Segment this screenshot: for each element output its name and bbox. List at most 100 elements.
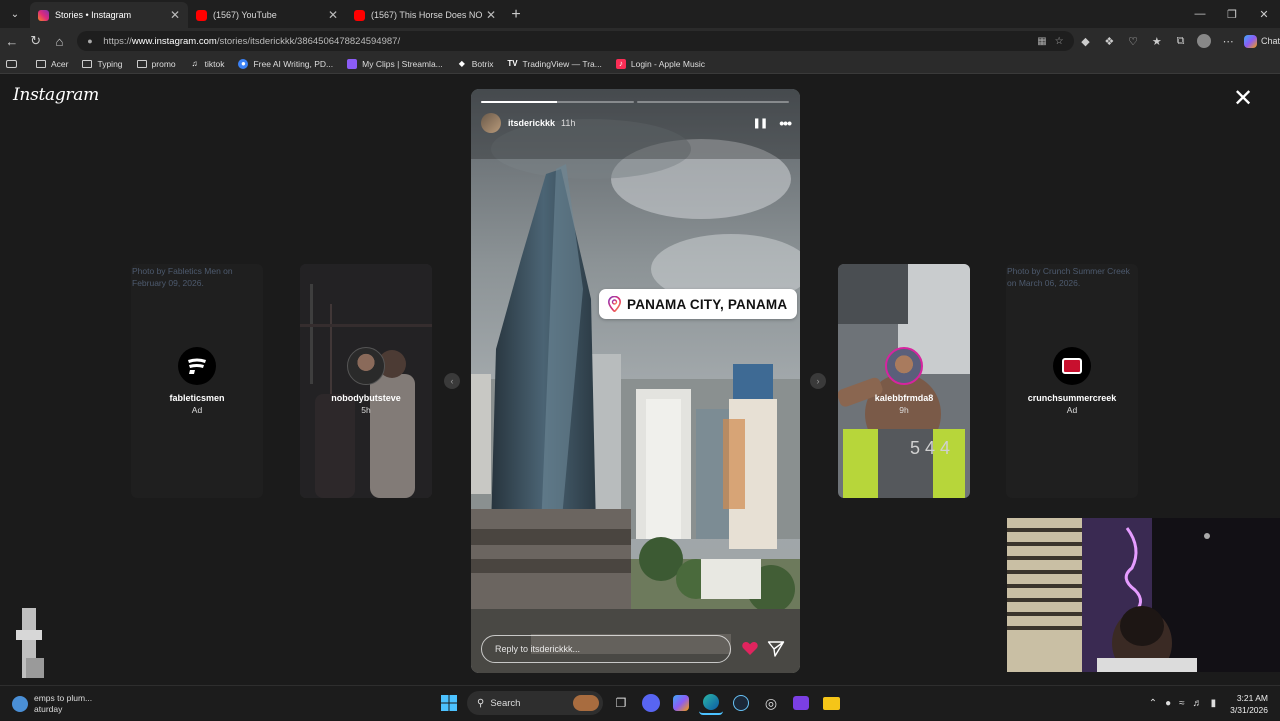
location-sticker[interactable]: PANAMA CITY, PANAMA [599,289,798,319]
copilot-icon [1244,34,1257,48]
avatar [1053,347,1091,385]
reply-input[interactable]: Reply to itsderickkk... [481,635,731,663]
windows-start-icon[interactable] [437,691,461,715]
collections-icon[interactable]: ⧉ [1169,30,1193,52]
avatar[interactable] [481,113,501,133]
bookmark-label: promo [151,58,176,69]
minimize-icon[interactable]: — [1184,0,1216,28]
tab-instagram-stories[interactable]: Stories • Instagram ✕ [30,2,188,28]
extensions-puzzle-icon[interactable]: ❖ [1097,30,1121,52]
active-story[interactable]: itsderickkk 11h ❚❚ ••• PANAMA CITY, PANA… [471,89,800,673]
tab-title: (1567) YouTube [213,10,277,20]
window-close-icon[interactable]: ✕ [1248,0,1280,28]
bookmark-tradingview[interactable]: TV TradingView — Tra... [507,59,601,69]
url-host: www.instagram.com [131,35,217,47]
tab-youtube[interactable]: (1567) YouTube ✕ [188,2,346,28]
story-image-alt-text: Photo by Fabletics Men on February 09, 2… [132,266,233,288]
profile-avatar[interactable] [1192,30,1216,52]
story-sub-label: Ad [191,405,203,415]
extension-icon[interactable]: ◆ [1074,30,1098,52]
show-hidden-icons-chevron-icon[interactable]: ⌃ [1149,698,1157,709]
folder-icon [136,59,147,68]
volume-icon[interactable]: ♬ [1193,698,1203,709]
bookmark-promo[interactable]: promo [136,58,176,69]
weather-icon [12,696,28,712]
bookmarks-sidebar-icon[interactable] [6,59,22,68]
browser-essentials-icon[interactable]: ♡ [1121,30,1145,52]
copilot-app-icon[interactable] [669,691,693,715]
more-options-icon[interactable]: ••• [779,115,792,131]
bookmark-label: Free AI Writing, PD... [253,58,334,69]
weather-widget[interactable]: emps to plum... aturday [12,693,92,715]
previous-story-arrow-icon[interactable]: ‹ [444,373,460,389]
address-toolbar: ← ↻ ⌂ ● https://www.instagram.com/storie… [0,28,1280,54]
restore-icon[interactable]: ❐ [1216,0,1248,28]
story-photo-panama-skyline [471,89,800,673]
pause-icon[interactable]: ❚❚ [753,118,769,129]
tab-close-icon[interactable]: ✕ [170,8,180,22]
app-available-icon[interactable]: ▦ [1037,36,1046,47]
edge-browser-icon[interactable] [699,691,723,715]
wifi-icon[interactable]: ≈ [1179,698,1185,709]
story-username: nobodybutsteve [331,393,401,403]
task-view-icon[interactable]: ❐ [609,691,633,715]
youtube-favicon-icon [196,9,207,21]
send-direct-icon[interactable] [767,640,785,658]
obs-icon[interactable]: ◎ [759,691,783,715]
file-explorer-icon[interactable] [819,691,843,715]
story-username[interactable]: itsderickkk [508,118,555,128]
location-pin-icon [608,296,621,312]
svg-text:5 4 4: 5 4 4 [910,438,950,458]
url-input[interactable]: ● https://www.instagram.com/stories/itsd… [77,31,1074,51]
home-icon[interactable]: ⌂ [48,30,72,52]
tab-youtube-horse[interactable]: (1567) This Horse Does NOT Fear ✕ [346,2,504,28]
bookmark-tiktok[interactable]: ♫ tiktok [190,59,225,69]
close-stories-icon[interactable]: ✕ [1232,87,1254,111]
window-controls: — ❐ ✕ [1184,0,1280,28]
url-path: /stories/itsderickkk/3864506478824594987… [216,35,401,47]
settings-more-icon[interactable]: ⋯ [1216,30,1240,52]
instagram-logo[interactable]: Instagram [13,85,99,105]
bookmark-free-ai-writing[interactable]: ● Free AI Writing, PD... [238,58,334,69]
story-card-crunchsummercreek[interactable]: Photo by Crunch Summer Creek on March 06… [1006,264,1138,498]
bookmark-typing[interactable]: Typing [82,59,123,69]
bookmark-botrix[interactable]: ◆ Botrix [457,59,494,69]
story-card-fableticsmen[interactable]: Photo by Fabletics Men on February 09, 2… [131,264,263,498]
tab-actions-menu-button[interactable]: ⌄ [2,1,28,27]
story-progress-bar [481,101,789,103]
bookmark-acer[interactable]: Acer [36,59,68,69]
bookmark-label: My Clips | Streamla... [362,58,443,69]
favorites-icon[interactable]: ★ [1145,30,1169,52]
new-tab-plus-icon[interactable]: + [504,2,528,28]
system-tray: ⌃ ● ≈ ♬ ▮ 3:21 AM 3/31/2026 [1149,686,1280,721]
taskbar-search-input[interactable]: ⚲ Search [467,691,603,715]
bookmark-my-clips[interactable]: My Clips | Streamla... [347,58,443,69]
taskbar-apps: ⚲ Search ❐ ◎ [437,691,843,715]
tab-close-icon[interactable]: ✕ [486,8,496,22]
story-image-alt-text: Photo by Crunch Summer Creek on March 06… [1007,266,1130,288]
tiktok-icon: ♫ [191,59,198,68]
webcam-feed-image [1007,518,1280,672]
chat-label: Chat [1261,36,1280,46]
steam-icon[interactable] [729,691,753,715]
search-label: Search [490,697,521,709]
bookmark-apple-music[interactable]: ♪ Login - Apple Music [615,58,705,69]
microphone-icon[interactable]: ● [1165,698,1171,709]
folder-icon [36,59,46,68]
tab-close-icon[interactable]: ✕ [328,8,338,22]
next-story-arrow-icon[interactable]: › [810,373,826,389]
discord-icon[interactable] [642,694,660,712]
favorite-star-icon[interactable]: ☆ [1055,36,1064,47]
story-card-nobodybutsteve[interactable]: nobodybutsteve 5h [300,264,432,498]
taskbar-clock[interactable]: 3:21 AM 3/31/2026 [1230,692,1268,716]
like-heart-icon[interactable] [741,639,759,657]
back-arrow-icon[interactable]: ← [0,30,24,52]
copilot-chat-button[interactable]: Chat [1244,34,1280,48]
story-card-kalebbfrmda8[interactable]: 5 4 4 kalebbfrmda8 9h [838,264,970,498]
refresh-icon[interactable]: ↻ [24,30,48,52]
location-label: PANAMA CITY, PANAMA [627,296,788,312]
battery-icon[interactable]: ▮ [1211,698,1217,709]
progress-segment [636,101,789,103]
media-app-icon[interactable] [789,691,813,715]
youtube-favicon-icon [354,9,365,21]
